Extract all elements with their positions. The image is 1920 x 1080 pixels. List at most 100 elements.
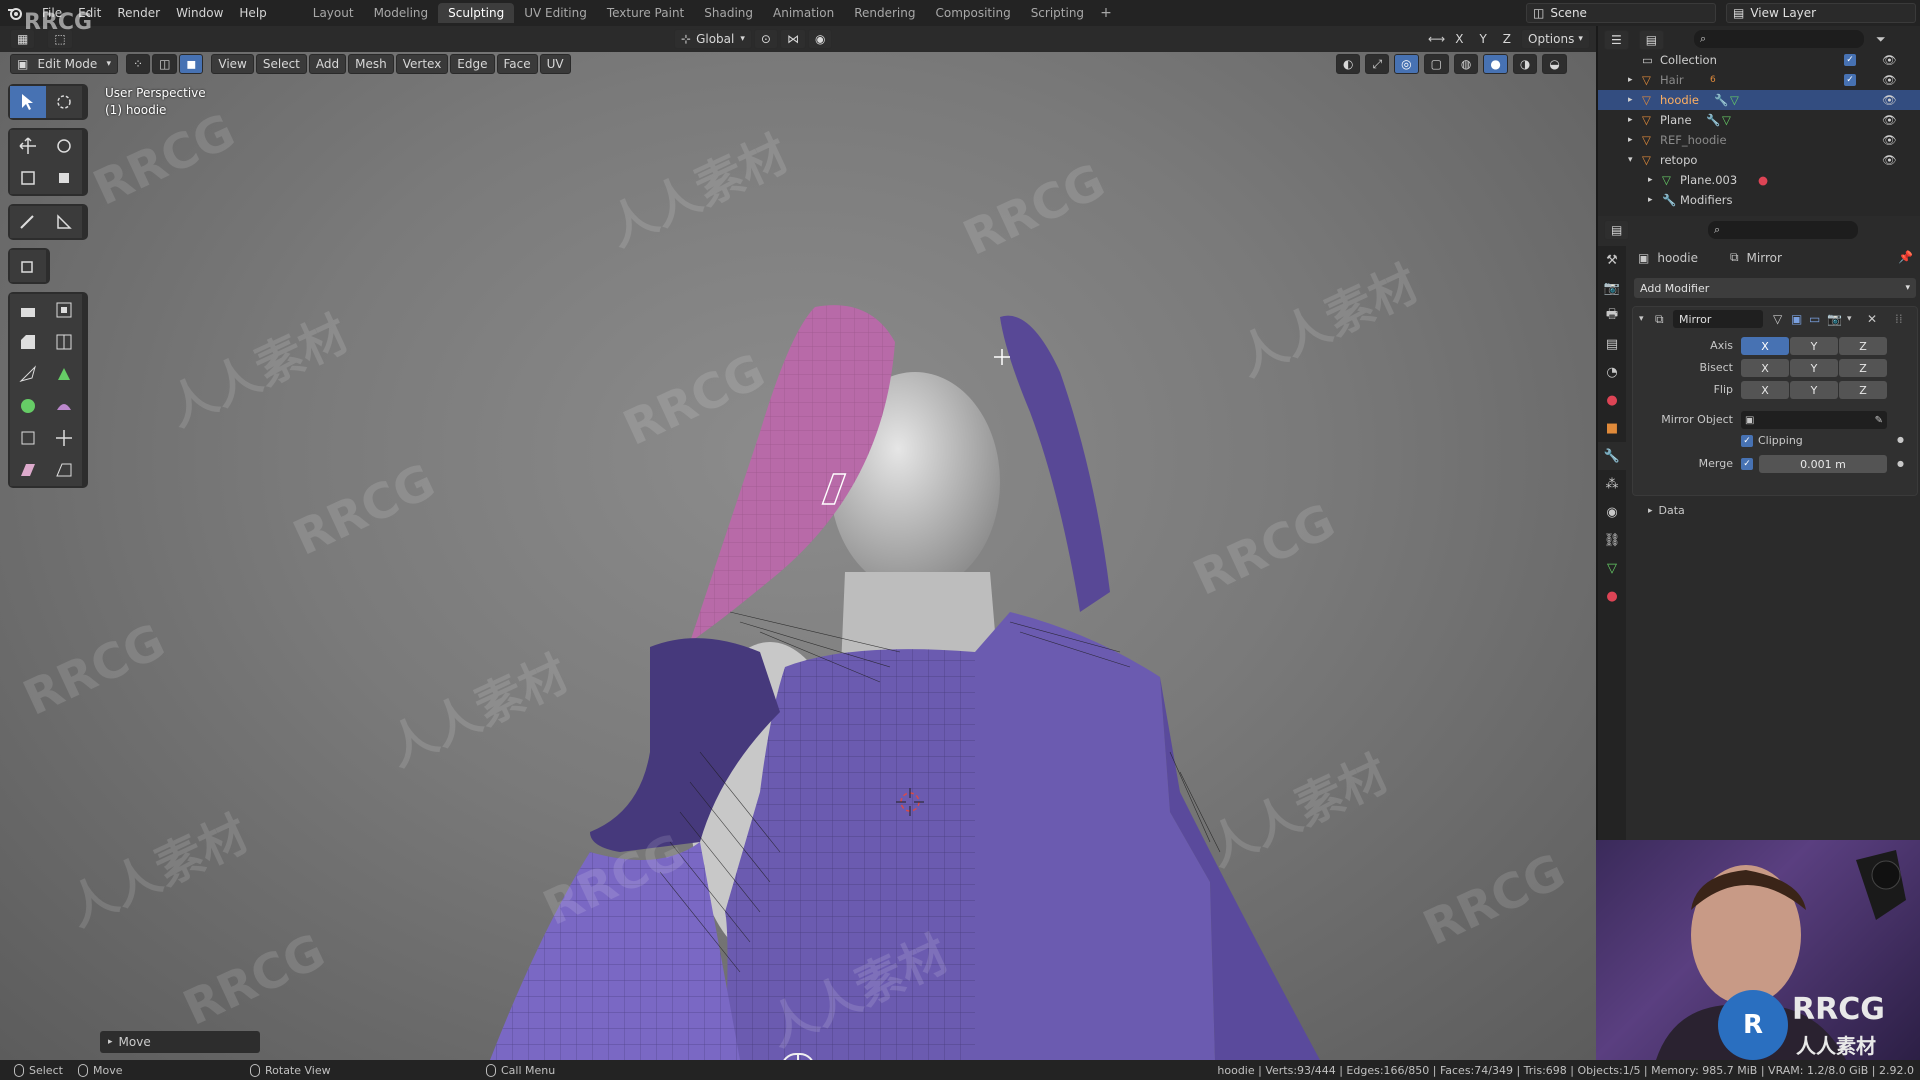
visibility-eye-icon[interactable]: 👁 [1882, 93, 1897, 107]
scene-selector[interactable]: ◫ Scene [1526, 3, 1716, 23]
menu-view[interactable]: View [211, 54, 254, 74]
outliner-row-retopo[interactable]: ▾ ▽ retopo 👁 [1598, 150, 1920, 170]
measure-tool-icon[interactable] [46, 206, 82, 238]
move-tool-icon[interactable] [10, 130, 46, 162]
mirror-axis-z[interactable]: Z [1497, 32, 1517, 46]
axis-x-toggle[interactable]: X [1741, 337, 1789, 355]
modifier-name-field[interactable]: Mirror [1673, 310, 1763, 328]
menu-select[interactable]: Select [255, 54, 307, 74]
tab-compositing[interactable]: Compositing [925, 3, 1020, 23]
tool-tab-icon[interactable]: ⚒ [1598, 246, 1626, 274]
flip-z-toggle[interactable]: Z [1839, 381, 1887, 399]
tab-shading[interactable]: Shading [694, 3, 763, 23]
outliner-row-plane[interactable]: ▸ ▽ Plane 🔧 ▽ 👁 [1598, 110, 1920, 130]
outliner-row-plane003[interactable]: ▸ ▽ Plane.003 ● [1598, 170, 1920, 190]
3d-viewport[interactable]: User Perspective (1) hoodie ▸ Move RRCG … [0, 52, 1596, 1060]
transform-tool-icon[interactable] [46, 162, 82, 194]
outliner-row-hoodie[interactable]: ▸ ▽ hoodie 🔧 ▽ 👁 [1598, 90, 1920, 110]
loop-cut-tool-icon[interactable] [46, 326, 82, 358]
pin-icon[interactable]: 📌 [1898, 250, 1913, 264]
outliner-row-hair[interactable]: ▸ ▽ Hair 6 ✓ 👁 [1598, 70, 1920, 90]
outliner-row-modifiers[interactable]: ▸ 🔧 Modifiers [1598, 190, 1920, 210]
edge-select-icon[interactable]: ◫ [152, 54, 178, 74]
select-box-tool-icon[interactable] [10, 86, 46, 118]
merge-checkbox[interactable]: ✓ [1741, 458, 1753, 470]
tab-rendering[interactable]: Rendering [844, 3, 925, 23]
outliner-row-ref-hoodie[interactable]: ▸ ▽ REF_hoodie 👁 [1598, 130, 1920, 150]
material-tab-icon[interactable]: ● [1598, 582, 1626, 610]
mode-dropdown[interactable]: ▣ Edit Mode ▾ [10, 54, 118, 74]
outliner-editor-icon[interactable]: ☰ [1604, 30, 1629, 50]
add-workspace-icon[interactable]: + [1094, 5, 1118, 21]
properties-editor-icon[interactable]: ▤ [1604, 220, 1630, 240]
drag-handle-icon[interactable]: ⁞⁞ [1895, 312, 1903, 326]
vertex-select-icon[interactable]: ⁘ [126, 54, 151, 74]
view-layer-tab-icon[interactable]: ▤ [1598, 330, 1626, 358]
tab-scripting[interactable]: Scripting [1021, 3, 1094, 23]
proportional-edit-icon[interactable]: ◉ [807, 29, 833, 49]
flip-y-toggle[interactable]: Y [1790, 381, 1838, 399]
mirror-axis-x[interactable]: X [1449, 32, 1469, 46]
visibility-icon[interactable]: ◐ [1336, 54, 1361, 74]
smooth-tool-icon[interactable] [46, 390, 82, 422]
outliner-search-input[interactable]: ⌕ [1694, 30, 1864, 48]
rip-tool-icon[interactable] [46, 454, 82, 486]
overlays-icon[interactable]: ◎ [1394, 54, 1419, 74]
bevel-tool-icon[interactable] [10, 326, 46, 358]
rotate-tool-icon[interactable] [46, 130, 82, 162]
bisect-y-toggle[interactable]: Y [1790, 359, 1838, 377]
collapse-arrow-icon[interactable]: ▾ [1639, 314, 1644, 324]
annotate-tool-icon[interactable] [10, 206, 46, 238]
tab-animation[interactable]: Animation [763, 3, 844, 23]
data-subpanel[interactable]: ▸ Data [1648, 504, 1685, 517]
edit-mode-toggle-icon[interactable]: ▽ [1773, 312, 1782, 326]
hoodie-front-right[interactable] [975, 612, 1215, 1060]
tab-texture-paint[interactable]: Texture Paint [597, 3, 694, 23]
display-mode-icon[interactable]: ▤ [1638, 30, 1665, 50]
face-select-icon[interactable]: ◼ [179, 54, 204, 74]
visibility-eye-icon[interactable]: 👁 [1882, 73, 1897, 87]
snap-icon[interactable]: ⋈ [779, 29, 806, 49]
viewport-scene[interactable] [0, 52, 1596, 1060]
checkbox-icon[interactable]: ✓ [1844, 74, 1856, 86]
visibility-eye-icon[interactable]: 👁 [1882, 53, 1897, 67]
tab-modeling[interactable]: Modeling [364, 3, 439, 23]
shrink-fatten-tool-icon[interactable] [46, 422, 82, 454]
data-tab-icon[interactable]: ▽ [1598, 554, 1626, 582]
hood-blade-panel[interactable] [1000, 315, 1110, 612]
menu-vertex[interactable]: Vertex [395, 54, 449, 74]
last-operator-panel[interactable]: ▸ Move [100, 1031, 260, 1053]
world-tab-icon[interactable]: ● [1598, 386, 1626, 414]
keyframe-dot-icon[interactable]: ● [1897, 459, 1904, 468]
physics-tab-icon[interactable]: ◉ [1598, 498, 1626, 526]
properties-search-input[interactable]: ⌕ [1708, 221, 1858, 239]
shear-tool-icon[interactable] [10, 454, 46, 486]
xray-icon[interactable]: ▢ [1423, 54, 1449, 74]
flip-x-toggle[interactable]: X [1741, 381, 1789, 399]
options-dropdown[interactable]: Options ▾ [1521, 29, 1590, 49]
mirror-object-field[interactable]: ▣ ✎ [1741, 411, 1887, 429]
visibility-eye-icon[interactable]: 👁 [1882, 153, 1897, 167]
extrude-tool-icon[interactable] [10, 294, 46, 326]
scene-tab-icon[interactable]: ◔ [1598, 358, 1626, 386]
cursor-tool-icon[interactable] [46, 86, 82, 118]
add-cube-tool-icon[interactable] [10, 250, 46, 282]
outliner-row-collection[interactable]: ▭ Collection ✓ 👁 [1598, 50, 1920, 70]
poly-build-tool-icon[interactable] [46, 358, 82, 390]
rendered-shading-icon[interactable]: ◒ [1542, 54, 1567, 74]
pivot-point-icon[interactable]: ⊙ [753, 29, 778, 49]
close-icon[interactable]: ✕ [1867, 312, 1877, 326]
edge-slide-tool-icon[interactable] [10, 422, 46, 454]
tab-layout[interactable]: Layout [303, 3, 364, 23]
render-tab-icon[interactable]: 📷 [1598, 274, 1626, 302]
spin-tool-icon[interactable] [10, 390, 46, 422]
menu-face[interactable]: Face [496, 54, 538, 74]
checkbox-icon[interactable]: ✓ [1844, 54, 1856, 66]
merge-distance-field[interactable]: 0.001 m [1759, 455, 1887, 473]
filter-icon[interactable]: ⏷ [1876, 32, 1886, 47]
clipping-checkbox[interactable]: ✓ Clipping [1741, 434, 1803, 447]
axis-z-toggle[interactable]: Z [1839, 337, 1887, 355]
add-modifier-dropdown[interactable]: Add Modifier ▾ [1634, 278, 1916, 298]
viewport-toggle-icon[interactable]: ▭ [1809, 312, 1820, 326]
menu-edge[interactable]: Edge [450, 54, 495, 74]
